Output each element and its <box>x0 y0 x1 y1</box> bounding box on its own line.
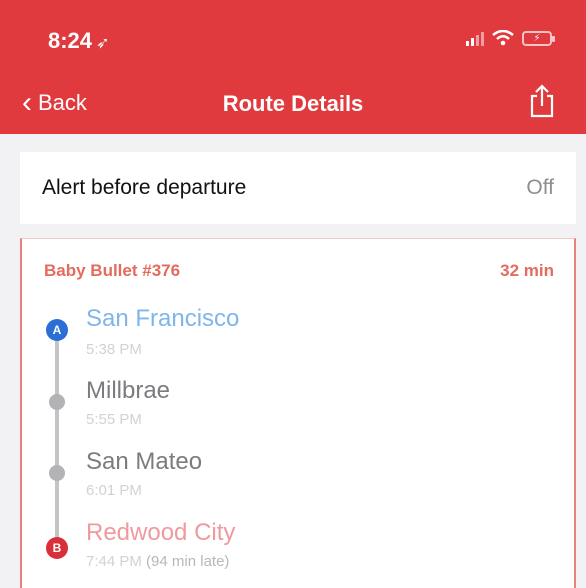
route-card: Baby Bullet #376 32 min A San Francisco … <box>20 238 576 588</box>
wifi-icon <box>492 30 514 46</box>
status-time-text: 8:24 <box>48 28 93 53</box>
page-title: Route Details <box>222 91 364 116</box>
destination-marker-icon: B <box>46 537 68 559</box>
trip-duration: 32 min <box>500 261 554 280</box>
battery-charging-icon: ⚡ <box>522 31 555 46</box>
alert-before-departure-row[interactable]: Alert before departure Off <box>20 152 576 224</box>
status-bar-time: 8:24 ➶ <box>48 28 109 54</box>
stop-time-destination: 7:44 PM (94 min late) <box>86 553 229 570</box>
stop-dot-icon <box>49 465 65 481</box>
stop-time-origin: 5:38 PM <box>86 341 142 358</box>
train-name: Baby Bullet #376 <box>44 261 181 280</box>
stop-dot-icon <box>49 394 65 410</box>
alert-value: Off <box>526 176 554 199</box>
share-icon[interactable] <box>528 84 556 118</box>
origin-marker-icon: A <box>46 319 68 341</box>
stop-name-origin: San Francisco <box>86 305 240 332</box>
stop-name: Millbrae <box>86 377 171 404</box>
alert-label: Alert before departure <box>42 176 247 199</box>
stop-time: 6:01 PM <box>86 482 142 499</box>
delay-text: (94 min late) <box>146 553 230 570</box>
status-bar-icons: ⚡ <box>466 30 555 46</box>
route-card-header: Baby Bullet #376 32 min <box>44 261 554 281</box>
navigation-header: 8:24 ➶ ⚡ ‹ Back Route Details <box>0 0 586 134</box>
arrival-time: 7:44 PM <box>86 553 142 570</box>
signal-icon <box>466 32 484 46</box>
location-arrow-icon: ➶ <box>96 35 110 52</box>
stop-name-destination: Redwood City <box>86 519 236 546</box>
stop-name: San Mateo <box>86 448 203 475</box>
stop-time: 5:55 PM <box>86 411 142 428</box>
route-timeline-line <box>55 331 59 543</box>
